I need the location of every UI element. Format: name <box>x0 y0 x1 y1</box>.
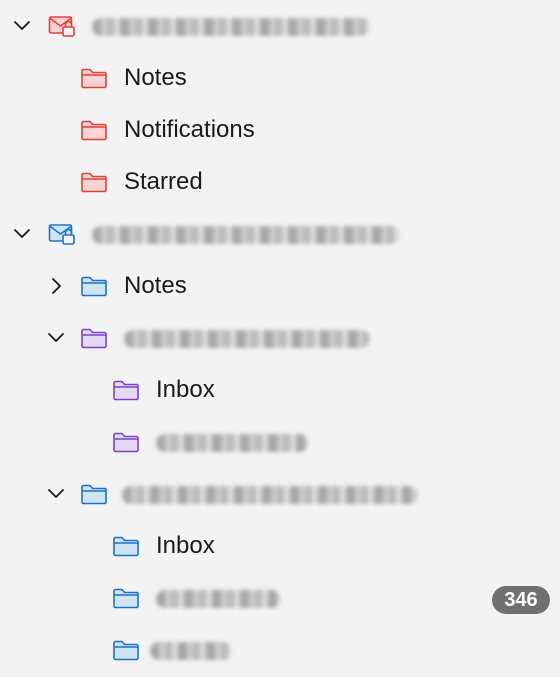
folder-name-redacted <box>150 642 232 660</box>
folder-row[interactable] <box>0 416 560 468</box>
folder-icon <box>80 482 108 506</box>
account-name-redacted <box>92 226 400 244</box>
folder-icon <box>112 378 140 402</box>
folder-row[interactable] <box>0 624 560 676</box>
folder-tree: Notes Notifications Starred Notes Inbox … <box>0 0 560 677</box>
chevron-down-icon[interactable] <box>46 328 66 348</box>
folder-icon <box>80 274 108 298</box>
folder-icon <box>112 534 140 558</box>
folder-label: Inbox <box>156 376 215 403</box>
folder-row[interactable]: Inbox <box>0 520 560 572</box>
folder-icon <box>112 430 140 454</box>
chevron-down-icon[interactable] <box>46 484 66 504</box>
chevron-down-icon[interactable] <box>12 16 32 36</box>
folder-label: Starred <box>124 168 203 195</box>
folder-label: Notifications <box>124 116 255 143</box>
folder-row[interactable]: Notifications <box>0 104 560 156</box>
unread-count-badge: 346 <box>492 586 550 614</box>
account-name-redacted <box>92 18 370 36</box>
folder-label: Inbox <box>156 532 215 559</box>
folder-row[interactable]: Starred <box>0 156 560 208</box>
folder-label: Notes <box>124 64 187 91</box>
folder-name-redacted <box>124 330 370 348</box>
folder-name-redacted <box>122 486 418 504</box>
account-row-1[interactable] <box>0 0 560 52</box>
folder-icon <box>80 326 108 350</box>
folder-row[interactable]: 346 <box>0 572 560 624</box>
folder-icon <box>112 638 140 662</box>
subaccount-row[interactable] <box>0 312 560 364</box>
chevron-right-icon[interactable] <box>46 276 66 296</box>
folder-name-redacted <box>156 590 280 608</box>
folder-label: Notes <box>124 272 187 299</box>
folder-icon <box>80 66 108 90</box>
folder-icon <box>112 586 140 610</box>
folder-name-redacted <box>156 434 308 452</box>
chevron-down-icon[interactable] <box>12 224 32 244</box>
folder-icon <box>80 118 108 142</box>
folder-row[interactable]: Notes <box>0 260 560 312</box>
account-mail-lock-icon <box>48 14 76 38</box>
account-row-2[interactable] <box>0 208 560 260</box>
account-mail-lock-icon <box>48 222 76 246</box>
folder-row[interactable]: Inbox <box>0 364 560 416</box>
folder-icon <box>80 170 108 194</box>
subaccount-row[interactable] <box>0 468 560 520</box>
folder-row[interactable]: Notes <box>0 52 560 104</box>
